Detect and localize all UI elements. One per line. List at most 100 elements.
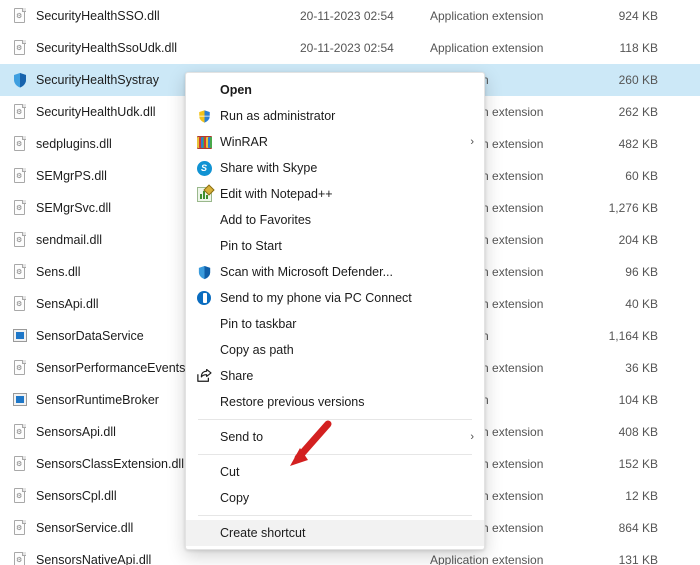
file-name-label: Sens.dll	[36, 265, 81, 279]
dll-file-icon: ⚙	[12, 168, 28, 184]
menu-item-create-shortcut[interactable]: Create shortcut	[186, 520, 484, 546]
file-size-cell: 131 KB	[618, 553, 658, 565]
menu-item-cut[interactable]: Cut	[186, 459, 484, 485]
menu-item-pin-to-start[interactable]: Pin to Start	[186, 233, 484, 259]
file-name-label: SecurityHealthUdk.dll	[36, 105, 156, 119]
file-name-label: SecurityHealthSystray	[36, 73, 159, 87]
context-menu[interactable]: Open Run as administrator WinRAR › S Share wi…	[185, 72, 485, 550]
file-size-cell: 408 KB	[618, 425, 658, 439]
menu-item-restore-previous-versions[interactable]: Restore previous versions	[186, 389, 484, 415]
menu-item-label: Copy as path	[220, 343, 294, 357]
dll-file-icon: ⚙	[12, 360, 28, 376]
file-size-cell: 40 KB	[625, 297, 658, 311]
file-name-label: SensorsClassExtension.dll	[36, 457, 184, 471]
menu-item-scan-with-microsoft-defender[interactable]: Scan with Microsoft Defender...	[186, 259, 484, 285]
menu-item-label: WinRAR	[220, 135, 268, 149]
file-size-cell: 1,276 KB	[608, 201, 658, 215]
file-size-cell: 60 KB	[625, 169, 658, 183]
file-name-label: sendmail.dll	[36, 233, 103, 247]
dll-file-icon: ⚙	[12, 104, 28, 120]
notepadpp-icon	[196, 183, 215, 202]
menu-item-open[interactable]: Open	[186, 77, 484, 103]
menu-item-label: Add to Favorites	[220, 213, 312, 227]
file-size-cell: 204 KB	[618, 233, 658, 247]
file-name-label: SensorRuntimeBroker	[36, 393, 159, 407]
dll-file-icon: ⚙	[12, 456, 28, 472]
dll-file-icon: ⚙	[12, 552, 28, 565]
file-row[interactable]: ⚙ SecurityHealthSsoUdk.dll 20-11-2023 02:5…	[0, 32, 700, 64]
menu-item-label: Pin to taskbar	[220, 317, 297, 331]
menu-item-edit-with-notepad[interactable]: Edit with Notepad++	[186, 181, 484, 207]
menu-item-share[interactable]: Share	[186, 363, 484, 389]
dll-file-icon: ⚙	[12, 296, 28, 312]
menu-item-copy[interactable]: Copy	[186, 485, 484, 511]
file-name-cell[interactable]: ⚙ SecurityHealthSsoUdk.dll	[0, 40, 300, 56]
chevron-right-icon: ›	[470, 431, 474, 443]
file-size-cell: 96 KB	[625, 265, 658, 279]
file-name-label: SecurityHealthSsoUdk.dll	[36, 41, 178, 55]
defender-shield-icon	[197, 265, 212, 280]
menu-item-copy-as-path[interactable]: Copy as path	[186, 337, 484, 363]
menu-item-label: Scan with Microsoft Defender...	[220, 265, 393, 279]
file-date-cell: 20-11-2023 02:54	[300, 9, 394, 23]
menu-item-label: Run as administrator	[220, 109, 336, 123]
file-size-cell: 262 KB	[618, 105, 658, 119]
chevron-right-icon: ›	[470, 136, 474, 148]
menu-item-label: Create shortcut	[220, 526, 306, 540]
file-type-cell: Application extension	[430, 553, 544, 565]
dll-file-icon: ⚙	[12, 264, 28, 280]
menu-separator	[198, 454, 472, 455]
file-name-cell[interactable]: ⚙ SensorsNativeApi.dll	[0, 552, 300, 565]
dll-file-icon: ⚙	[12, 232, 28, 248]
menu-item-label: Share	[220, 369, 254, 383]
menu-item-label: Edit with Notepad++	[220, 187, 333, 201]
share-icon	[196, 368, 212, 383]
menu-item-winrar[interactable]: WinRAR ›	[186, 129, 484, 155]
menu-separator	[198, 419, 472, 420]
file-name-label: SensApi.dll	[36, 297, 99, 311]
menu-item-label: Restore previous versions	[220, 395, 365, 409]
file-size-cell: 12 KB	[625, 489, 658, 503]
shield-app-icon	[12, 72, 28, 88]
file-row[interactable]: ⚙ SecurityHealthSSO.dll 20-11-2023 02:54 Ap…	[0, 0, 700, 32]
menu-item-label: Share with Skype	[220, 161, 318, 175]
file-name-label: SEMgrPS.dll	[36, 169, 107, 183]
menu-item-icon	[194, 291, 214, 305]
menu-item-label: Pin to Start	[220, 239, 282, 253]
menu-item-add-to-favorites[interactable]: Add to Favorites	[186, 207, 484, 233]
menu-item-label: Send to	[220, 430, 264, 444]
dll-file-icon: ⚙	[12, 40, 28, 56]
file-name-label: SensorService.dll	[36, 521, 134, 535]
file-name-label: SensorsNativeApi.dll	[36, 553, 152, 565]
dll-file-icon: ⚙	[12, 424, 28, 440]
dll-file-icon: ⚙	[12, 136, 28, 152]
winrar-icon	[196, 135, 212, 149]
menu-separator	[198, 515, 472, 516]
menu-item-icon	[194, 265, 214, 280]
menu-item-icon: S	[194, 160, 214, 176]
menu-item-send-to-my-phone-via-pc-connect[interactable]: Send to my phone via PC Connect	[186, 285, 484, 311]
menu-item-run-as-administrator[interactable]: Run as administrator	[186, 103, 484, 129]
file-size-cell: 118 KB	[619, 41, 658, 55]
menu-item-icon	[194, 135, 214, 149]
file-name-cell[interactable]: ⚙ SecurityHealthSSO.dll	[0, 8, 300, 24]
application-icon	[12, 328, 28, 344]
menu-item-label: Cut	[220, 465, 240, 479]
file-type-cell: Application extension	[430, 41, 544, 55]
menu-item-pin-to-taskbar[interactable]: Pin to taskbar	[186, 311, 484, 337]
dll-file-icon: ⚙	[12, 200, 28, 216]
file-type-cell: Application extension	[430, 9, 544, 23]
file-name-label: sedplugins.dll	[36, 137, 112, 151]
file-size-cell: 152 KB	[618, 457, 658, 471]
file-size-cell: 260 KB	[618, 73, 658, 87]
file-name-label: SecurityHealthSSO.dll	[36, 9, 160, 23]
application-icon	[12, 392, 28, 408]
file-size-cell: 104 KB	[618, 393, 658, 407]
file-name-label: SensorPerformanceEvents.dll	[36, 361, 202, 375]
menu-item-share-with-skype[interactable]: S Share with Skype	[186, 155, 484, 181]
menu-item-send-to[interactable]: Send to ›	[186, 424, 484, 450]
dll-file-icon: ⚙	[12, 520, 28, 536]
uac-shield-icon	[197, 109, 212, 124]
menu-item-delete[interactable]: Delete	[186, 546, 484, 549]
dll-file-icon: ⚙	[12, 8, 28, 24]
